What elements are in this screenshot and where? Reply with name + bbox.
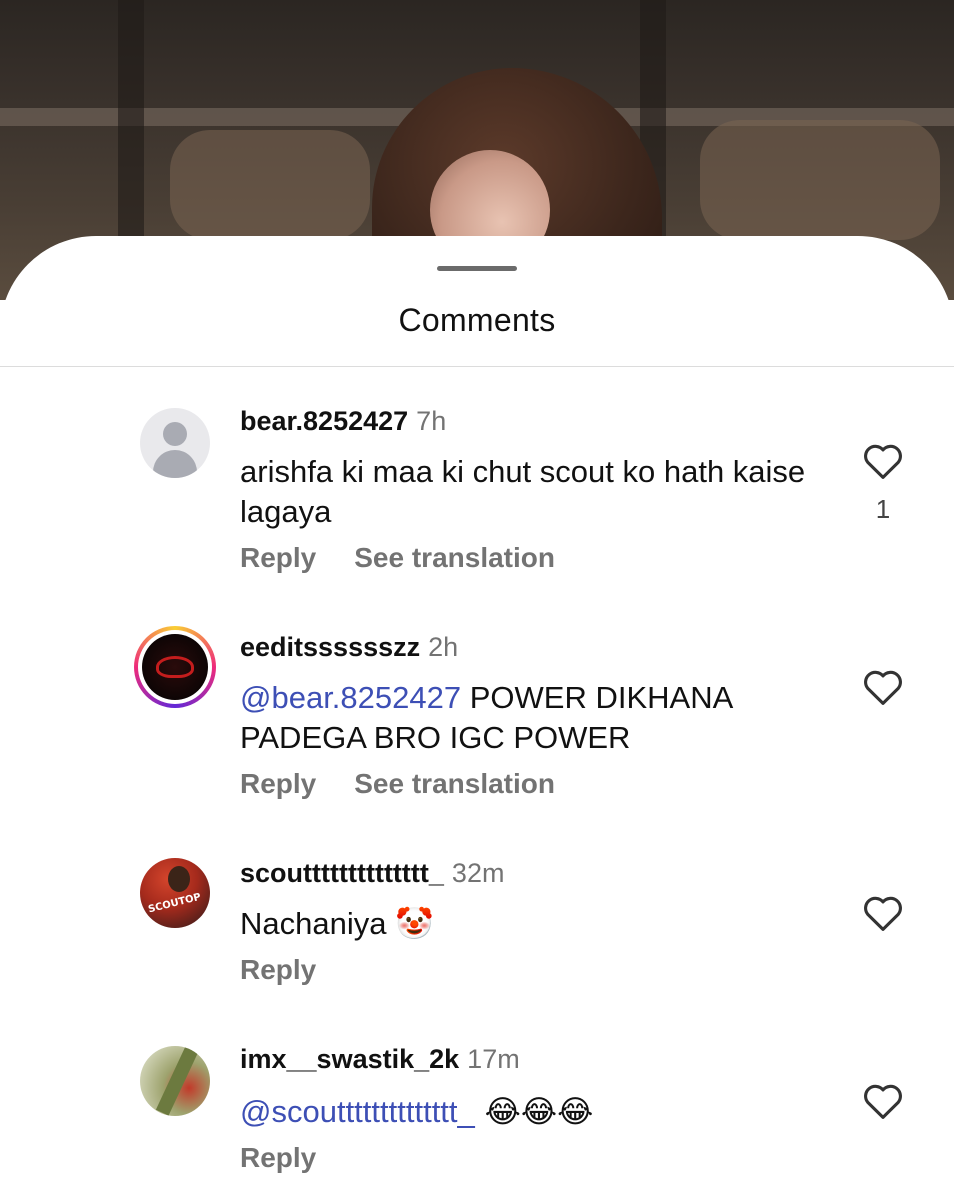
comment-time: 2h <box>428 632 459 662</box>
avatar-tree <box>155 1046 199 1116</box>
clown-emoji: 🤡 <box>395 906 434 942</box>
background-glow <box>700 120 940 240</box>
avatar[interactable] <box>140 408 210 478</box>
comment-text: @bear.8252427 POWER DIKHANA PADEGA BRO I… <box>240 678 800 758</box>
reply-button[interactable]: Reply <box>240 1142 316 1173</box>
avatar-figure <box>168 866 190 892</box>
avatar[interactable]: SCOUTOP <box>140 858 210 928</box>
avatar-tag: SCOUTOP <box>147 891 203 916</box>
reply-button[interactable]: Reply <box>240 954 316 985</box>
comment-text: @scoutttttttttttttt_ 😂😂😂 <box>240 1092 830 1132</box>
comment-meta: eeditsssssszz 2h <box>240 632 458 663</box>
beast-logo-icon <box>156 656 194 678</box>
comment-meta: imx__swastik_2k 17m <box>240 1044 520 1075</box>
comment-actions: Reply <box>240 954 354 986</box>
comment-body: Nachaniya <box>240 906 396 941</box>
see-translation-button[interactable]: See translation <box>354 768 555 799</box>
sheet-divider <box>0 366 954 367</box>
comment-time: 7h <box>416 406 447 436</box>
comment-meta: scoutttttttttttttt_ 32m <box>240 858 504 889</box>
comment-actions: Reply <box>240 1142 354 1174</box>
heart-outline-icon[interactable] <box>862 668 904 706</box>
comment-actions: Reply See translation <box>240 542 593 574</box>
heart-outline-icon[interactable] <box>862 442 904 480</box>
comment-username[interactable]: bear.8252427 <box>240 406 408 436</box>
heart-outline-icon[interactable] <box>862 894 904 932</box>
reply-button[interactable]: Reply <box>240 768 316 799</box>
avatar-image <box>142 634 208 700</box>
heart-outline-icon[interactable] <box>862 1082 904 1120</box>
comment-text: Nachaniya 🤡 <box>240 904 830 944</box>
background-glow <box>170 130 370 240</box>
avatar[interactable] <box>134 626 216 708</box>
comment-username[interactable]: imx__swastik_2k <box>240 1044 459 1074</box>
like-count: 1 <box>875 494 891 524</box>
see-translation-button[interactable]: See translation <box>354 542 555 573</box>
comment-username[interactable]: scoutttttttttttttt_ <box>240 858 444 888</box>
comment-actions: Reply See translation <box>240 768 593 800</box>
comment-text: arishfa ki maa ki chut scout ko hath kai… <box>240 454 806 529</box>
comment-meta: bear.8252427 7h <box>240 406 446 437</box>
default-user-icon <box>163 422 187 446</box>
comment-username[interactable]: eeditsssssszz <box>240 632 420 662</box>
avatar[interactable] <box>140 1046 210 1116</box>
comment-time: 17m <box>467 1044 520 1074</box>
comment-mention[interactable]: @bear.8252427 <box>240 680 461 715</box>
comment-time: 32m <box>451 858 505 888</box>
comment-mention[interactable]: @scoutttttttttttttt_ <box>240 1094 475 1129</box>
sheet-drag-handle[interactable] <box>437 266 517 271</box>
sheet-title: Comments <box>398 302 556 338</box>
laughing-emoji: 😂😂😂 <box>474 1094 594 1130</box>
comments-sheet: Comments bear.8252427 7h arishfa ki maa k… <box>0 236 954 1199</box>
reply-button[interactable]: Reply <box>240 542 316 573</box>
